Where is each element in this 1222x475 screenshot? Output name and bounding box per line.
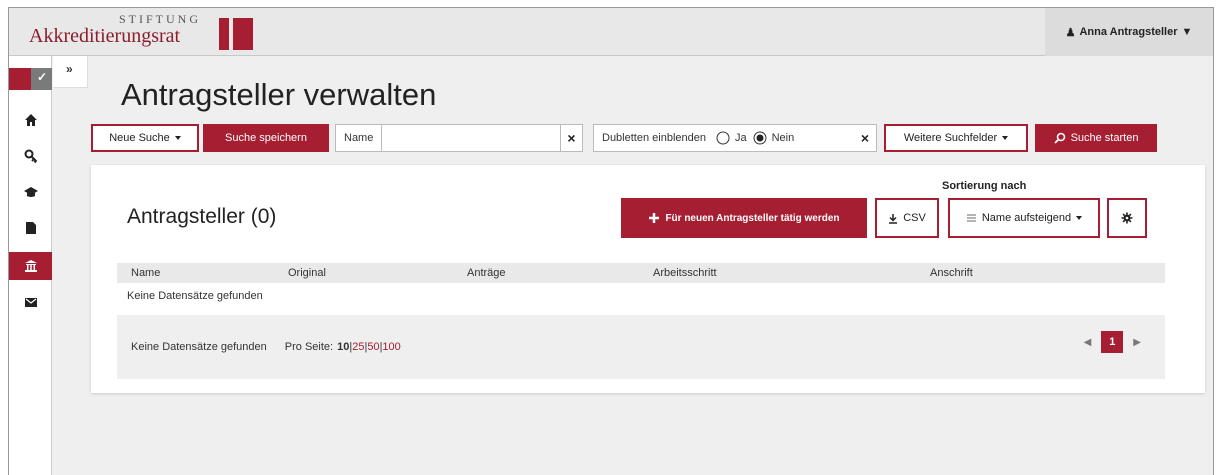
clear-duplicates-icon[interactable]: × [854, 130, 876, 146]
home-icon [24, 114, 37, 126]
per-page-option-50[interactable]: 50 [367, 341, 379, 353]
graduation-cap-icon [23, 187, 38, 197]
header: STIFTUNG Akkreditierungsrat ♟ Anna Antra… [9, 8, 1213, 56]
name-filter-label: Name [336, 125, 383, 151]
column-header-name[interactable]: Name [131, 267, 160, 279]
table-header: Name Original Anträge Arbeitsschritt Ans… [117, 263, 1165, 283]
chevron-down-icon: ▼ [1181, 26, 1193, 38]
per-page-label: Pro Seite: [284, 341, 334, 353]
csv-export-button[interactable]: CSV [875, 198, 939, 238]
page-title: Antragsteller verwalten [121, 77, 437, 112]
page-button-current[interactable]: 1 [1101, 331, 1124, 353]
per-page-options: 10|25|50|100 [337, 341, 401, 353]
footer-info: Keine Datensätze gefunden Pro Seite: 10|… [131, 341, 401, 353]
column-header-applications[interactable]: Anträge [467, 267, 506, 279]
pagination: ◀ 1 ▶ [1084, 331, 1141, 353]
sidebar-item-search[interactable] [9, 142, 52, 170]
new-applicant-label: Für neuen Antragsteller tätig werden [665, 212, 840, 224]
settings-button[interactable] [1107, 198, 1147, 238]
table-footer: Keine Datensätze gefunden Pro Seite: 10|… [117, 315, 1165, 379]
start-search-label: Suche starten [1070, 132, 1139, 144]
start-search-button[interactable]: Suche starten [1035, 124, 1157, 152]
per-page-option-25[interactable]: 25 [352, 341, 364, 353]
logo-main-text: Akkreditierungsrat [29, 25, 181, 47]
duplicates-label: Dubletten einblenden [602, 132, 706, 144]
duplicates-no-label: Nein [771, 132, 795, 144]
duplicates-yes-option[interactable]: Ja [716, 131, 747, 145]
more-fields-label: Weitere Suchfelder [903, 132, 998, 144]
sidebar-expand-toggle[interactable]: » [53, 56, 88, 88]
check-icon: ✓ [37, 70, 48, 84]
sort-dropdown[interactable]: Name aufsteigend [948, 198, 1100, 238]
app-window: STIFTUNG Akkreditierungsrat ♟ Anna Antra… [8, 7, 1214, 475]
column-header-address[interactable]: Anschrift [930, 267, 973, 279]
caret-down-icon [1002, 136, 1009, 140]
column-header-workstep[interactable]: Arbeitsschritt [653, 267, 717, 279]
next-page-icon[interactable]: ▶ [1133, 337, 1141, 348]
csv-label: CSV [903, 212, 926, 224]
per-page-option-100[interactable]: 100 [382, 341, 400, 353]
sidebar-item-messages[interactable] [9, 288, 52, 316]
sidebar: ✓ [9, 56, 52, 475]
save-search-label: Suche speichern [225, 132, 307, 144]
column-header-original[interactable]: Original [288, 267, 326, 279]
new-search-dropdown[interactable]: Neue Suche [91, 124, 199, 152]
sidebar-item-programs[interactable] [9, 178, 52, 206]
sidebar-item-applicants[interactable] [9, 252, 52, 280]
file-icon [25, 222, 36, 234]
user-menu[interactable]: ♟ Anna Antragsteller ▼ [1045, 8, 1213, 56]
clear-name-icon[interactable]: × [560, 125, 582, 151]
sidebar-item-documents[interactable] [9, 214, 52, 242]
sidebar-logo: ✓ [9, 68, 52, 90]
envelope-icon [24, 298, 37, 307]
results-card: Antragsteller (0) Sortierung nach Für ne… [91, 165, 1205, 393]
more-fields-dropdown[interactable]: Weitere Suchfelder [884, 124, 1028, 152]
institution-icon [24, 260, 37, 272]
duplicates-yes-label: Ja [734, 132, 747, 144]
name-filter-input[interactable] [382, 125, 560, 151]
caret-down-icon [1076, 216, 1083, 220]
gear-icon [1121, 212, 1133, 224]
radio-checked-icon [753, 131, 767, 145]
footer-no-records: Keine Datensätze gefunden [131, 341, 267, 353]
radio-unchecked-icon [716, 131, 730, 145]
sort-alpha-icon [966, 214, 976, 222]
name-filter-group: Name × [335, 124, 583, 152]
empty-table-message: Keine Datensätze gefunden [127, 290, 263, 302]
user-name: Anna Antragsteller [1079, 26, 1178, 38]
per-page-option-10[interactable]: 10 [337, 341, 349, 353]
search-icon [1053, 132, 1065, 144]
plus-icon [649, 213, 660, 223]
previous-page-icon[interactable]: ◀ [1084, 337, 1092, 348]
duplicates-no-option[interactable]: Nein [753, 131, 795, 145]
download-icon [889, 213, 898, 224]
results-title: Antragsteller (0) [127, 205, 277, 228]
sort-label: Sortierung nach [942, 180, 1027, 192]
key-icon [24, 149, 37, 163]
save-search-button[interactable]: Suche speichern [203, 124, 329, 152]
user-icon: ♟ [1065, 26, 1076, 39]
new-search-label: Neue Suche [109, 132, 170, 144]
duplicates-filter-group: Dubletten einblenden Ja Nein × [593, 124, 877, 152]
sidebar-item-home[interactable] [9, 106, 52, 134]
caret-down-icon [174, 136, 181, 140]
sort-value: Name aufsteigend [981, 212, 1072, 224]
new-applicant-button[interactable]: Für neuen Antragsteller tätig werden [621, 198, 867, 238]
